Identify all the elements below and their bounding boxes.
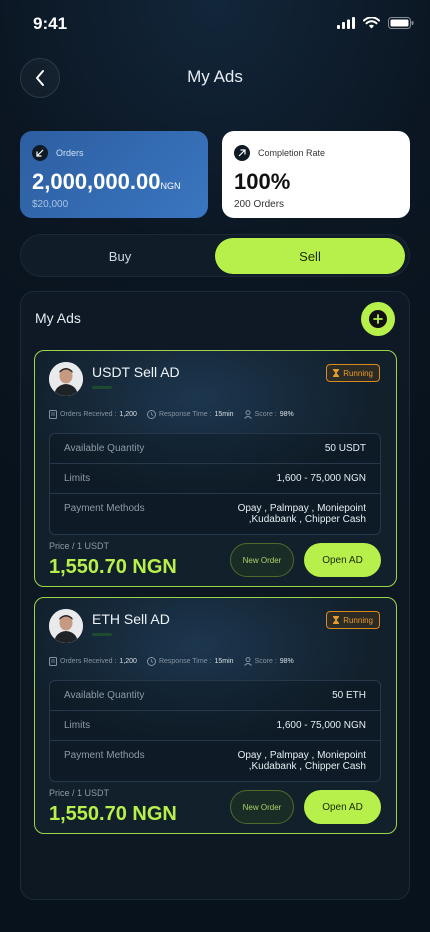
completion-rate-value: 100% [234,169,291,194]
tab-sell[interactable]: Sell [215,238,405,274]
ad-title: USDT Sell AD [92,364,180,380]
open-ad-button[interactable]: Open AD [304,790,381,824]
detail-row: Available Quantity 50 USDT [50,434,380,464]
orders-unit: NGN [160,181,181,191]
hourglass-icon [333,616,340,624]
wifi-icon [363,17,380,29]
completion-orders-count: 200 Orders [234,199,285,210]
detail-row: Limits 1,600 - 75,000 NGN [50,711,380,741]
new-order-button[interactable]: New Order [230,543,294,577]
plus-icon [369,310,387,328]
page-title: My Ads [187,67,243,86]
buy-sell-toggle: Buy Sell [20,234,410,277]
completion-rate-card: Completion Rate 100% 200 Orders [222,131,410,218]
status-badge: Running [326,611,380,629]
detail-row: Payment Methods Opay , Palmpay , Moniepo… [64,750,366,772]
status-bar: 9:41 [0,0,430,46]
document-icon [49,657,57,666]
status-time: 9:41 [33,14,68,33]
tab-buy[interactable]: Buy [25,238,215,274]
ad-meta-row: Orders Received :1,200 Response Time :15… [49,657,294,666]
arrow-down-left-icon [32,145,48,161]
user-icon [243,410,252,419]
orders-usd-value: $20,000 [32,199,69,210]
price-value: 1,550.70 NGN [49,556,177,578]
price-label: Price / 1 USDT [49,541,110,551]
user-icon [243,657,252,666]
status-badge: Running [326,364,380,382]
document-icon [49,410,57,419]
detail-row: Payment Methods Opay , Palmpay , Moniepo… [64,503,366,525]
completion-rate-label: Completion Rate [258,148,326,158]
clock-icon [146,410,156,419]
panel-title: My Ads [35,310,81,326]
add-ad-button[interactable] [361,302,395,336]
orders-label: Orders [56,148,84,158]
avatar [49,609,83,643]
ad-card: ETH Sell AD Running Orders Received :1,2… [34,597,397,834]
battery-icon [388,17,414,29]
arrow-up-right-icon [234,145,250,161]
price-label: Price / 1 USDT [49,788,110,798]
ad-details-table: Available Quantity 50 USDT Limits 1,600 … [49,433,381,535]
detail-row: Available Quantity 50 ETH [50,681,380,711]
online-indicator [92,633,112,636]
detail-row: Limits 1,600 - 75,000 NGN [50,464,380,494]
ad-title: ETH Sell AD [92,611,170,627]
status-icons [337,17,414,29]
avatar [49,362,83,396]
cellular-signal-icon [337,17,355,29]
online-indicator [92,386,112,389]
open-ad-button[interactable]: Open AD [304,543,381,577]
new-order-button[interactable]: New Order [230,790,294,824]
ad-details-table: Available Quantity 50 ETH Limits 1,600 -… [49,680,381,782]
orders-value: 2,000,000.00NGN [32,169,181,194]
orders-card: Orders 2,000,000.00NGN $20,000 [20,131,208,218]
my-ads-panel: My Ads USDT Sell AD Running Orders Recei… [20,291,410,900]
ad-meta-row: Orders Received :1,200 Response Time :15… [49,410,294,419]
clock-icon [146,657,156,666]
ad-card: USDT Sell AD Running Orders Received :1,… [34,350,397,587]
hourglass-icon [333,369,340,377]
price-value: 1,550.70 NGN [49,803,177,825]
